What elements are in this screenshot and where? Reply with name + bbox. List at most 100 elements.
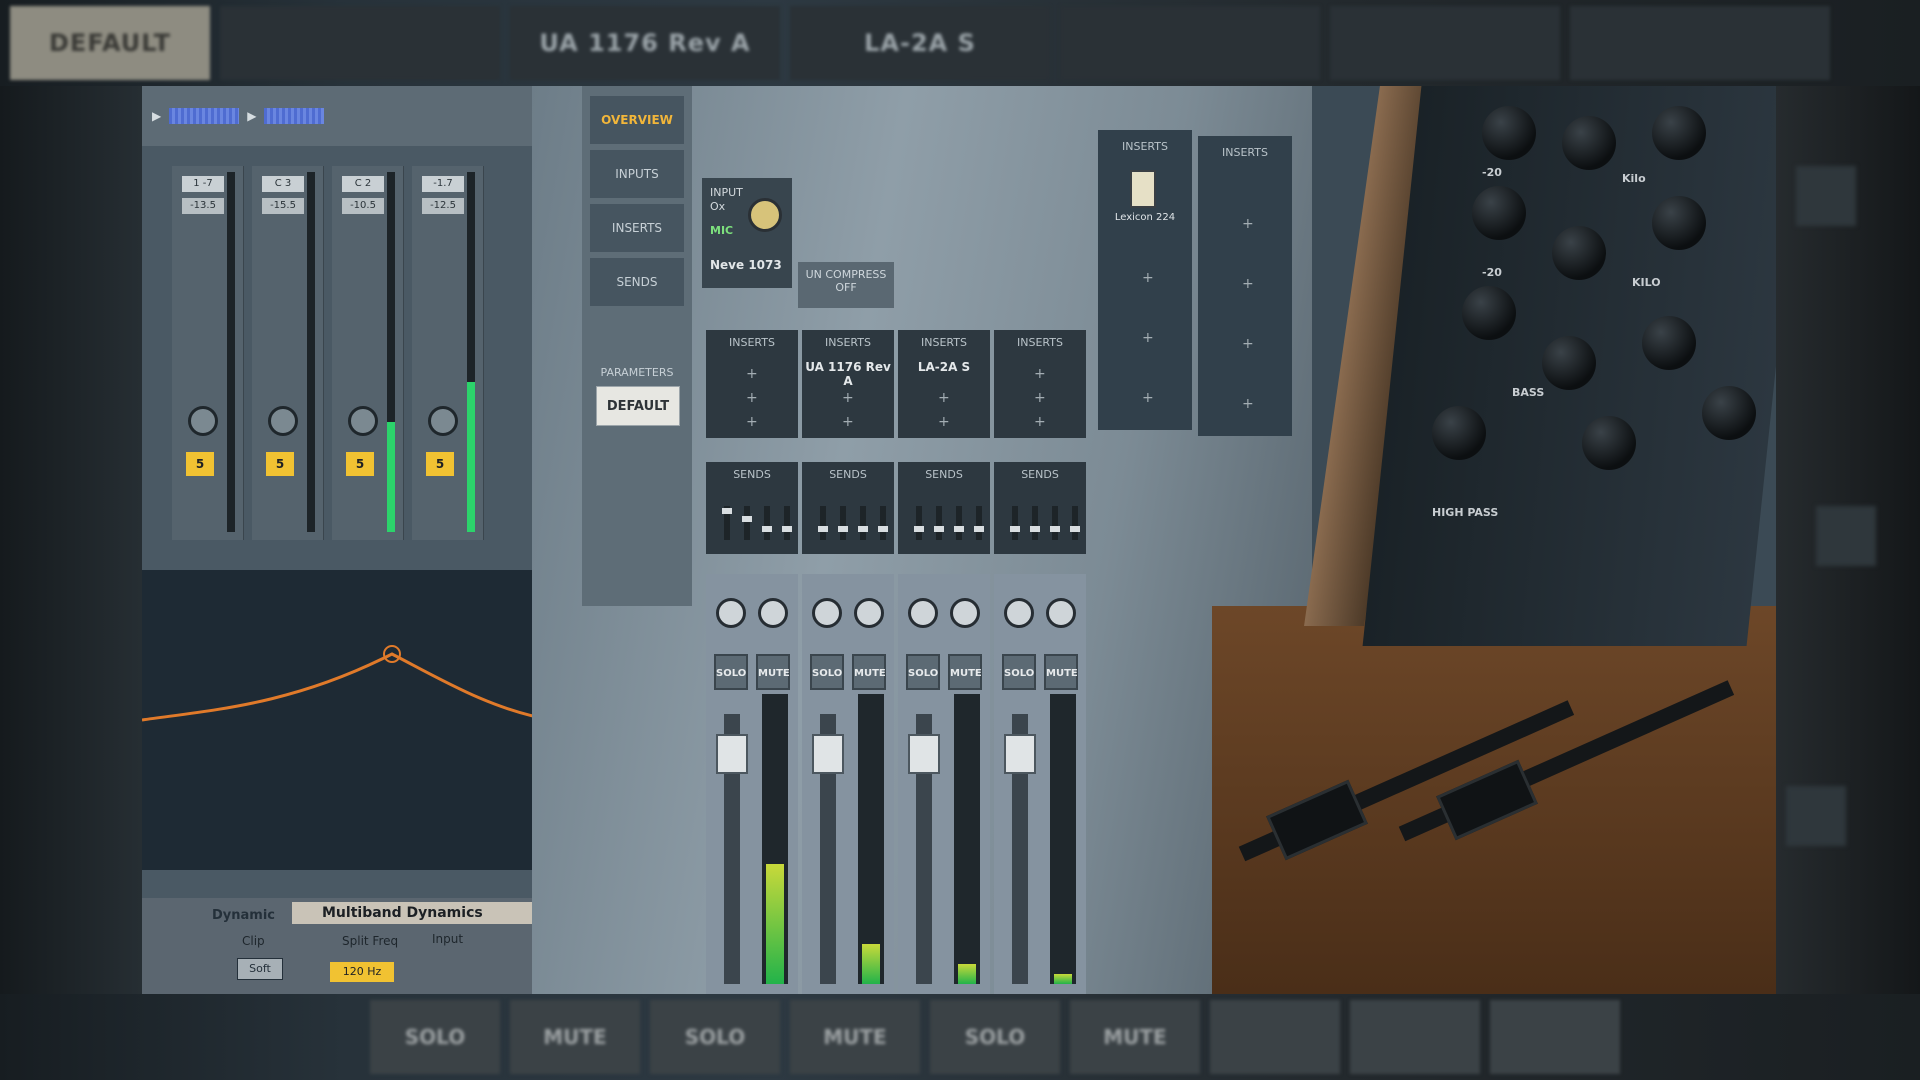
play-icon[interactable]: ▶ <box>152 109 161 123</box>
mute-button[interactable]: MUTE <box>852 654 886 690</box>
mute-button[interactable]: MUTE <box>1044 654 1078 690</box>
eq-display[interactable] <box>142 570 552 870</box>
send-fader[interactable] <box>722 506 732 540</box>
send-fader[interactable] <box>914 506 924 540</box>
solo-button[interactable]: SOLO <box>906 654 940 690</box>
send-fader[interactable] <box>858 506 868 540</box>
add-insert-icon[interactable]: + <box>746 390 758 406</box>
add-insert-icon[interactable]: + <box>1142 270 1154 286</box>
send-fader[interactable] <box>878 506 888 540</box>
send-fader[interactable] <box>838 506 848 540</box>
send-fader[interactable] <box>1070 506 1080 540</box>
track-number[interactable]: 5 <box>346 452 374 476</box>
add-insert-icon[interactable]: + <box>746 414 758 430</box>
channel-knob[interactable] <box>812 598 842 628</box>
eq-knob[interactable] <box>1552 226 1606 280</box>
mute-button[interactable]: MUTE <box>756 654 790 690</box>
insert-slot[interactable]: INSERTS + + + <box>994 330 1086 438</box>
eq-knob[interactable] <box>1702 386 1756 440</box>
soft-clip-button[interactable]: Soft <box>237 958 283 980</box>
send-fader[interactable] <box>762 506 772 540</box>
solo-button[interactable]: SOLO <box>714 654 748 690</box>
eq-knob[interactable] <box>1482 106 1536 160</box>
add-insert-icon[interactable]: + <box>1034 390 1046 406</box>
track-number[interactable]: 5 <box>266 452 294 476</box>
channel-value: -15.5 <box>262 198 304 214</box>
track-number[interactable]: 5 <box>186 452 214 476</box>
add-insert-icon[interactable]: + <box>1142 390 1154 406</box>
hero-image: ▶ ▶ 1 -7 -13.5 5 C 3 -15.5 5 C 2 -10.5 5 <box>142 86 1776 994</box>
add-insert-icon[interactable]: + <box>938 390 950 406</box>
channel-name: -1.7 <box>422 176 464 192</box>
send-fader[interactable] <box>934 506 944 540</box>
channel-knob[interactable] <box>854 598 884 628</box>
add-insert-icon[interactable]: + <box>842 390 854 406</box>
nav-inputs[interactable]: INPUTS <box>590 150 684 198</box>
add-insert-icon[interactable]: + <box>746 366 758 382</box>
channel-knob[interactable] <box>950 598 980 628</box>
eq-curve <box>142 645 552 722</box>
send-fader[interactable] <box>818 506 828 540</box>
eq-knob[interactable] <box>1432 406 1486 460</box>
gain-knob[interactable] <box>748 198 782 232</box>
eq-knob[interactable] <box>1462 286 1516 340</box>
send-fader[interactable] <box>1010 506 1020 540</box>
channel-knob[interactable] <box>1046 598 1076 628</box>
eq-knob[interactable] <box>1652 106 1706 160</box>
send-fader[interactable] <box>742 506 752 540</box>
solo-button[interactable]: SOLO <box>810 654 844 690</box>
eq-knob[interactable] <box>1642 316 1696 370</box>
eq-knob[interactable] <box>1582 416 1636 470</box>
insert-slot[interactable]: INSERTS LA-2A S + + <box>898 330 990 438</box>
nav-inserts[interactable]: INSERTS <box>590 204 684 252</box>
channel-name: C 2 <box>342 176 384 192</box>
eq-knob[interactable] <box>1652 196 1706 250</box>
send-fader[interactable] <box>1030 506 1040 540</box>
insert-slot[interactable]: INSERTS UA 1176 Rev A + + <box>802 330 894 438</box>
nav-sends[interactable]: SENDS <box>590 258 684 306</box>
pan-knob[interactable] <box>268 406 298 436</box>
fader-cap[interactable] <box>908 734 940 774</box>
eq-label: BASS <box>1512 386 1545 399</box>
pan-knob[interactable] <box>348 406 378 436</box>
nav-overview[interactable]: OVERVIEW <box>590 96 684 144</box>
channel-knob[interactable] <box>1004 598 1034 628</box>
add-insert-icon[interactable]: + <box>938 414 950 430</box>
uncompress-toggle[interactable]: UN COMPRESS OFF <box>798 262 894 308</box>
fader-cap[interactable] <box>812 734 844 774</box>
unison-preamp[interactable]: INPUT Ox MIC Neve 1073 <box>702 178 792 288</box>
eq-knob[interactable] <box>1562 116 1616 170</box>
default-button[interactable]: DEFAULT <box>596 386 680 426</box>
blur-solo-2: SOLO <box>650 1000 780 1074</box>
pan-knob[interactable] <box>428 406 458 436</box>
add-insert-icon[interactable]: + <box>842 414 854 430</box>
channel-knob[interactable] <box>758 598 788 628</box>
send-fader[interactable] <box>782 506 792 540</box>
daw-arrangement-strip: ▶ ▶ <box>142 86 552 146</box>
mute-button[interactable]: MUTE <box>948 654 982 690</box>
add-insert-icon[interactable]: + <box>1034 414 1046 430</box>
channel-knob[interactable] <box>716 598 746 628</box>
pan-knob[interactable] <box>188 406 218 436</box>
eq-knob[interactable] <box>1542 336 1596 390</box>
channel-knob[interactable] <box>908 598 938 628</box>
split-freq-value[interactable]: 120 Hz <box>330 962 394 982</box>
insert-slot[interactable]: INSERTS + + + <box>706 330 798 438</box>
plugin-thumbnail[interactable] <box>1130 170 1156 208</box>
eq-knob[interactable] <box>1472 186 1526 240</box>
play-icon-2[interactable]: ▶ <box>247 109 256 123</box>
audio-clip-2[interactable] <box>264 108 325 124</box>
fader-cap[interactable] <box>1004 734 1036 774</box>
add-insert-icon[interactable]: + <box>1142 330 1154 346</box>
track-number[interactable]: 5 <box>426 452 454 476</box>
fader-cap[interactable] <box>716 734 748 774</box>
solo-button[interactable]: SOLO <box>1002 654 1036 690</box>
add-insert-icon[interactable]: + <box>1034 366 1046 382</box>
parameters-header: PARAMETERS <box>600 366 674 379</box>
send-fader[interactable] <box>974 506 984 540</box>
send-fader[interactable] <box>1050 506 1060 540</box>
send-fader[interactable] <box>954 506 964 540</box>
audio-clip[interactable] <box>169 108 240 124</box>
inserts-header: INSERTS <box>825 336 871 349</box>
insert-column[interactable]: INSERTS Lexicon 224 + + + <box>1098 130 1192 430</box>
